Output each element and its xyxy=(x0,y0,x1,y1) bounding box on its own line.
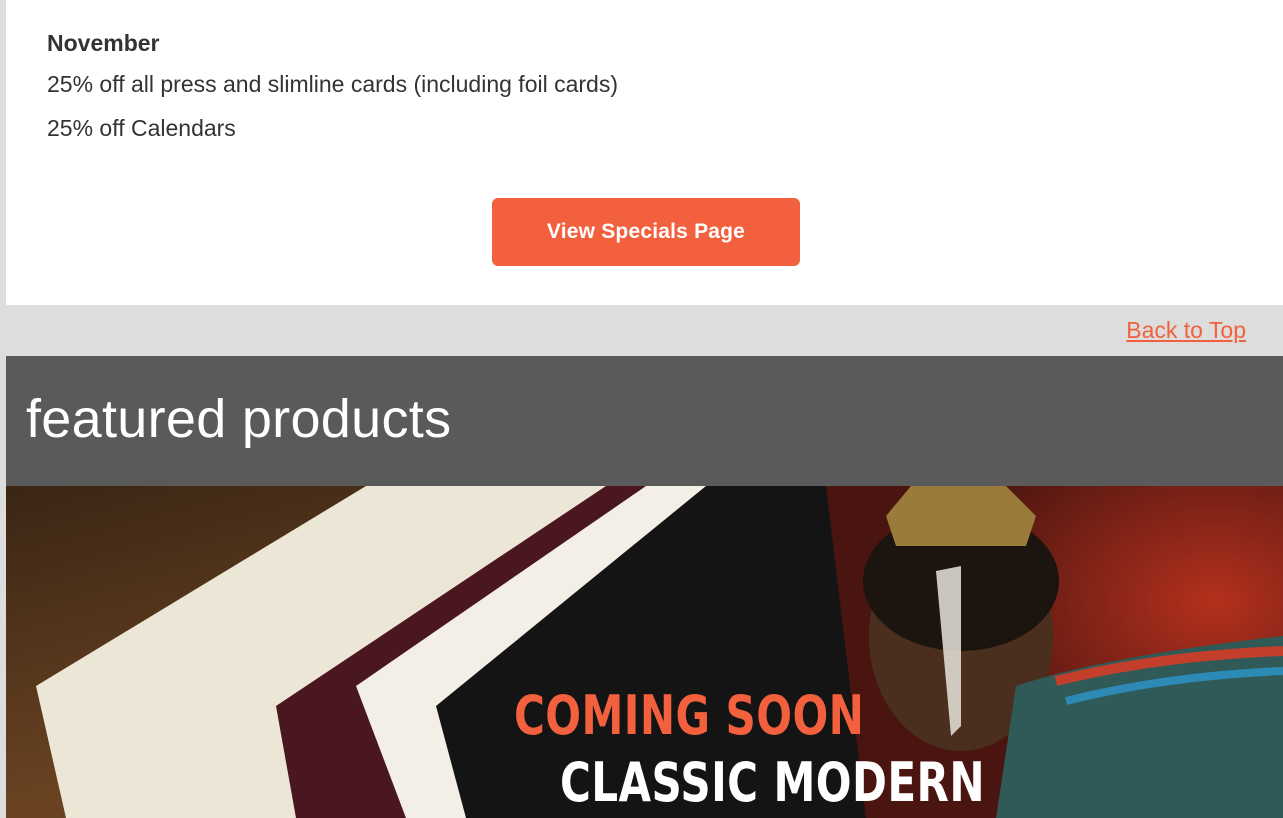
banner-headline: COMING SOON xyxy=(514,684,865,747)
featured-banner-image[interactable]: COMING SOON CLASSIC MODERN xyxy=(6,486,1283,818)
offer-item: 25% off all press and slimline cards (in… xyxy=(47,71,619,97)
featured-products-header: featured products xyxy=(6,356,1283,486)
offer-item: 25% off Calendars xyxy=(47,115,236,141)
specials-card: November 25% off all press and slimline … xyxy=(6,0,1283,305)
specials-month: November xyxy=(47,30,160,56)
section-title: featured products xyxy=(26,389,452,449)
view-specials-button[interactable]: View Specials Page xyxy=(492,198,800,266)
banner-subheadline: CLASSIC MODERN xyxy=(560,751,985,814)
back-to-top-link[interactable]: Back to Top xyxy=(1126,317,1246,344)
